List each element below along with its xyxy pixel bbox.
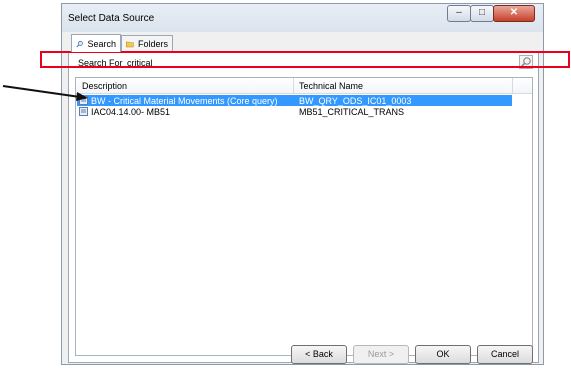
maximize-icon: □ bbox=[478, 7, 486, 18]
search-icon bbox=[76, 40, 83, 47]
title-bar: Select Data Source – □ ✕ bbox=[62, 4, 543, 32]
search-panel: Search For Description Technical Name bbox=[68, 51, 539, 363]
tab-search[interactable]: Search bbox=[71, 34, 121, 52]
minimize-icon: – bbox=[456, 7, 462, 18]
row-technical-name: MB51_CRITICAL_TRANS bbox=[299, 107, 405, 117]
table-row[interactable]: BW - Critical Material Movements (Core q… bbox=[77, 95, 512, 106]
window-controls: – □ ✕ bbox=[447, 5, 535, 22]
pointer-arrow bbox=[2, 85, 88, 101]
back-button[interactable]: < Back bbox=[291, 345, 347, 364]
folder-icon bbox=[126, 41, 134, 48]
ok-button[interactable]: OK bbox=[415, 345, 471, 364]
next-button[interactable]: Next > bbox=[353, 345, 409, 364]
window-title: Select Data Source bbox=[68, 13, 155, 24]
tab-folders-label: Folders bbox=[137, 39, 168, 49]
close-button[interactable]: ✕ bbox=[493, 5, 535, 22]
column-divider[interactable] bbox=[293, 78, 294, 93]
minimize-button[interactable]: – bbox=[447, 5, 471, 22]
row-description: BW - Critical Material Movements (Core q… bbox=[91, 96, 278, 106]
tab-search-label: Search bbox=[87, 38, 116, 49]
tab-folders[interactable]: Folders bbox=[121, 35, 173, 52]
cancel-button[interactable]: Cancel bbox=[477, 345, 533, 364]
column-divider[interactable] bbox=[512, 78, 513, 93]
close-icon: ✕ bbox=[509, 7, 519, 18]
row-technical-name: BW_QRY_ODS_IC01_0003 bbox=[299, 96, 412, 106]
row-description: IAC04.14.00- MB51 bbox=[91, 107, 171, 117]
column-header-technical-name[interactable]: Technical Name bbox=[299, 81, 363, 91]
results-grid: Description Technical Name BW - Critical… bbox=[75, 77, 533, 356]
query-icon bbox=[79, 107, 88, 116]
search-highlight-box bbox=[40, 51, 570, 68]
maximize-button[interactable]: □ bbox=[470, 5, 494, 22]
grid-header: Description Technical Name bbox=[76, 78, 532, 94]
table-row[interactable]: IAC04.14.00- MB51 MB51_CRITICAL_TRANS bbox=[77, 106, 512, 117]
